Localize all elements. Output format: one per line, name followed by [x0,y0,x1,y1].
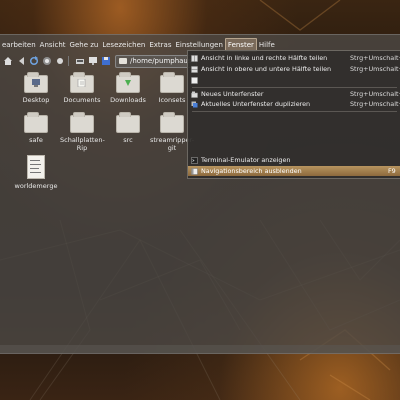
terminal-icon [191,156,198,164]
menu-gehe-zu[interactable]: Gehe zu [68,39,101,51]
menu-item-label: Navigationsbereich ausblenden [201,167,302,175]
file-item-downloads[interactable]: Downloads [106,72,150,104]
file-item-worldemerge[interactable]: worldemerge [14,155,58,190]
menu-item-terminal[interactable]: Terminal-Emulator anzeigen [188,155,400,165]
duplicate-tab-icon [191,101,198,108]
menu-separator [192,111,397,112]
folder-iconsets-icon [160,72,184,93]
navigation-panel-icon [191,167,198,175]
computer-icon[interactable] [75,56,85,66]
location-path-text: /home/pumphaus [130,56,192,65]
menu-item-hide-navigation-panel[interactable]: Navigationsbereich ausblenden F9 [188,166,400,176]
file-item-safe[interactable]: safe [14,112,58,144]
file-name: safe [29,136,43,144]
file-name: Schallplatten-Rip [60,136,105,152]
back-icon[interactable] [16,56,26,66]
file-name: Documents [63,96,101,104]
file-item-schallplatten-rip[interactable]: Schallplatten-Rip [60,112,105,152]
folder-desktop-icon [24,72,48,93]
file-name: Downloads [110,96,146,104]
split-top-bottom-icon [191,65,198,73]
menu-item-shortcut: Strg+Umschalt+L [350,54,400,62]
menu-item-shortcut: Strg+Umschalt+T [350,65,400,73]
menu-separator [192,87,397,88]
menu-item-split-top-bottom[interactable]: Ansicht in obere und untere Hälfte teile… [188,64,400,74]
new-tab-icon [191,91,198,98]
file-item-src[interactable]: src [106,112,150,144]
document-line [30,160,40,161]
folder-downloads-icon [116,72,140,93]
home-icon[interactable] [3,56,13,66]
zoom-icon[interactable] [42,56,52,66]
location-path-bar[interactable]: /home/pumphaus [115,54,197,68]
menu-item-window[interactable] [188,75,400,85]
file-name: worldemerge [14,182,58,190]
split-left-right-icon [191,54,198,62]
folder-icon [160,112,184,133]
menu-item-shortcut: Strg+Umschalt+N [350,90,400,98]
folder-icon [24,112,48,133]
document-line [30,168,39,169]
document-line [30,164,41,165]
fenster-dropdown-menu: Ansicht in linke und rechte Hälfte teile… [187,50,400,179]
folder-documents-icon [70,72,94,93]
window-icon [191,76,198,84]
document-line [30,172,41,173]
status-bar [0,345,400,353]
menu-lesezeichen[interactable]: Lesezeichen [100,39,147,51]
menu-item-new-tab[interactable]: Neues Unterfenster Strg+Umschalt+N [188,89,400,99]
file-name: Desktop [22,96,50,104]
menu-item-label: Terminal-Emulator anzeigen [201,156,291,164]
folder-icon [70,112,94,133]
menu-extras[interactable]: Extras [147,39,173,51]
text-document-icon [27,155,45,179]
folder-icon [116,112,140,133]
menu-item-shortcut: F9 [388,167,396,175]
file-name: src [123,136,133,144]
toolbar-separator [68,56,69,66]
refresh-icon[interactable] [29,56,39,66]
menu-item-split-left-right[interactable]: Ansicht in linke und rechte Hälfte teile… [188,53,400,63]
menu-item-duplicate-tab[interactable]: Aktuelles Unterfenster duplizieren Strg+… [188,99,400,109]
menu-ansicht[interactable]: Ansicht [38,39,68,51]
file-item-desktop[interactable]: Desktop [14,72,58,104]
monitor-icon[interactable] [88,56,98,66]
menu-item-shortcut: Strg+Umschalt+D [350,100,400,108]
floppy-icon[interactable] [101,56,111,66]
file-item-documents[interactable]: Documents [60,72,104,104]
stop-icon[interactable] [55,56,65,66]
folder-icon [119,57,127,64]
menu-bearbeiten[interactable]: earbeiten [0,39,38,51]
